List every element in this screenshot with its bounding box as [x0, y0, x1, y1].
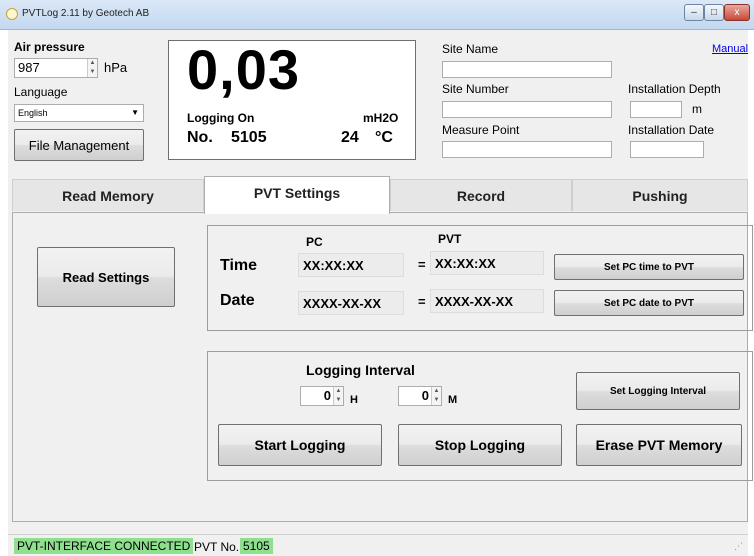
temperature-value: 24	[341, 129, 359, 146]
minutes-unit: M	[448, 394, 458, 406]
file-management-button[interactable]: File Management	[14, 129, 144, 161]
chevron-down-icon: ▼	[131, 108, 139, 117]
pvt-number-value: 5105	[240, 538, 273, 554]
reading-unit: mH2O	[363, 111, 399, 125]
pvt-column-header: PVT	[438, 232, 462, 246]
title-bar[interactable]: PVTLog 2.11 by Geotech AB – □ x	[0, 0, 754, 30]
maximize-button[interactable]: □	[704, 4, 724, 21]
site-number-label: Site Number	[442, 82, 509, 96]
date-equals: =	[418, 294, 426, 309]
resize-grip-icon[interactable]: ⋰	[734, 541, 743, 552]
hours-value: 0	[323, 388, 331, 403]
close-button[interactable]: x	[724, 4, 750, 21]
pvt-settings-panel: Read Settings PC PVT Time XX:XX:XX = XX:…	[12, 212, 753, 522]
air-pressure-unit: hPa	[104, 60, 128, 75]
air-pressure-value: 987	[18, 60, 40, 75]
hours-unit: H	[350, 394, 358, 406]
window-title: PVTLog 2.11 by Geotech AB	[22, 8, 150, 19]
hours-input[interactable]: 0 ▲ ▼	[300, 386, 344, 406]
pvt-time-value: XX:XX:XX	[430, 251, 544, 275]
set-pc-date-button[interactable]: Set PC date to PVT	[554, 290, 744, 316]
air-pressure-input[interactable]: 987 ▲ ▼	[14, 58, 98, 78]
read-settings-button[interactable]: Read Settings	[37, 247, 175, 307]
minutes-value: 0	[421, 388, 429, 403]
number-label: No.	[187, 129, 213, 146]
tab-read-memory[interactable]: Read Memory	[12, 179, 204, 211]
app-icon	[6, 8, 18, 20]
measure-point-label: Measure Point	[442, 123, 520, 137]
logging-group: Logging Interval 0 ▲ ▼ H 0 ▲ ▼ M Set Loggi…	[207, 351, 753, 481]
pvt-number-label: PVT No.	[194, 540, 240, 554]
hours-spinner[interactable]: ▲ ▼	[333, 387, 343, 405]
number-value: 5105	[231, 129, 267, 146]
time-date-group: PC PVT Time XX:XX:XX = XX:XX:XX Set PC t…	[207, 225, 753, 331]
language-select[interactable]: English ▼	[14, 104, 144, 122]
manual-link[interactable]: Manual	[712, 43, 748, 55]
pvt-date-value: XXXX-XX-XX	[430, 289, 544, 313]
minimize-button[interactable]: –	[684, 4, 704, 21]
language-label: Language	[14, 85, 68, 99]
reading-panel: 0,03 Logging On mH2O No. 5105 24 °C	[168, 38, 416, 160]
installation-depth-unit: m	[692, 102, 702, 116]
minutes-spinner[interactable]: ▲ ▼	[431, 387, 441, 405]
installation-depth-label: Installation Depth	[628, 82, 721, 96]
measure-point-input[interactable]	[442, 141, 612, 158]
main-window: Air pressure 987 ▲ ▼ hPa Language English…	[8, 30, 753, 556]
air-pressure-spinner[interactable]: ▲ ▼	[87, 59, 97, 77]
minutes-input[interactable]: 0 ▲ ▼	[398, 386, 442, 406]
time-label: Time	[220, 257, 258, 274]
logging-interval-label: Logging Interval	[306, 362, 415, 378]
site-name-input[interactable]	[442, 61, 612, 78]
logging-status: Logging On	[187, 111, 255, 125]
air-pressure-label: Air pressure	[14, 40, 85, 54]
installation-date-input[interactable]	[630, 141, 704, 158]
installation-date-label: Installation Date	[628, 123, 715, 137]
set-pc-time-button[interactable]: Set PC time to PVT	[554, 254, 744, 280]
tab-pvt-settings[interactable]: PVT Settings	[204, 176, 390, 214]
site-name-label: Site Name	[442, 42, 499, 56]
time-equals: =	[418, 257, 426, 272]
set-logging-interval-button[interactable]: Set Logging Interval	[576, 372, 740, 410]
status-bar: PVT-INTERFACE CONNECTED PVT No. 5105 ⋰	[8, 534, 748, 556]
pc-time-value: XX:XX:XX	[298, 253, 404, 277]
date-label: Date	[220, 292, 255, 309]
temperature-unit: °C	[375, 129, 393, 146]
site-number-input[interactable]	[442, 101, 612, 118]
installation-depth-input[interactable]	[630, 101, 682, 118]
pc-column-header: PC	[306, 235, 323, 249]
pressure-reading: 0,03	[187, 38, 300, 101]
connection-status: PVT-INTERFACE CONNECTED	[14, 538, 194, 554]
tab-record[interactable]: Record	[390, 179, 572, 211]
erase-pvt-memory-button[interactable]: Erase PVT Memory	[576, 424, 742, 466]
stop-logging-button[interactable]: Stop Logging	[398, 424, 562, 466]
pc-date-value: XXXX-XX-XX	[298, 291, 404, 315]
language-value: English	[18, 108, 48, 118]
start-logging-button[interactable]: Start Logging	[218, 424, 382, 466]
tab-pushing[interactable]: Pushing	[572, 179, 748, 211]
